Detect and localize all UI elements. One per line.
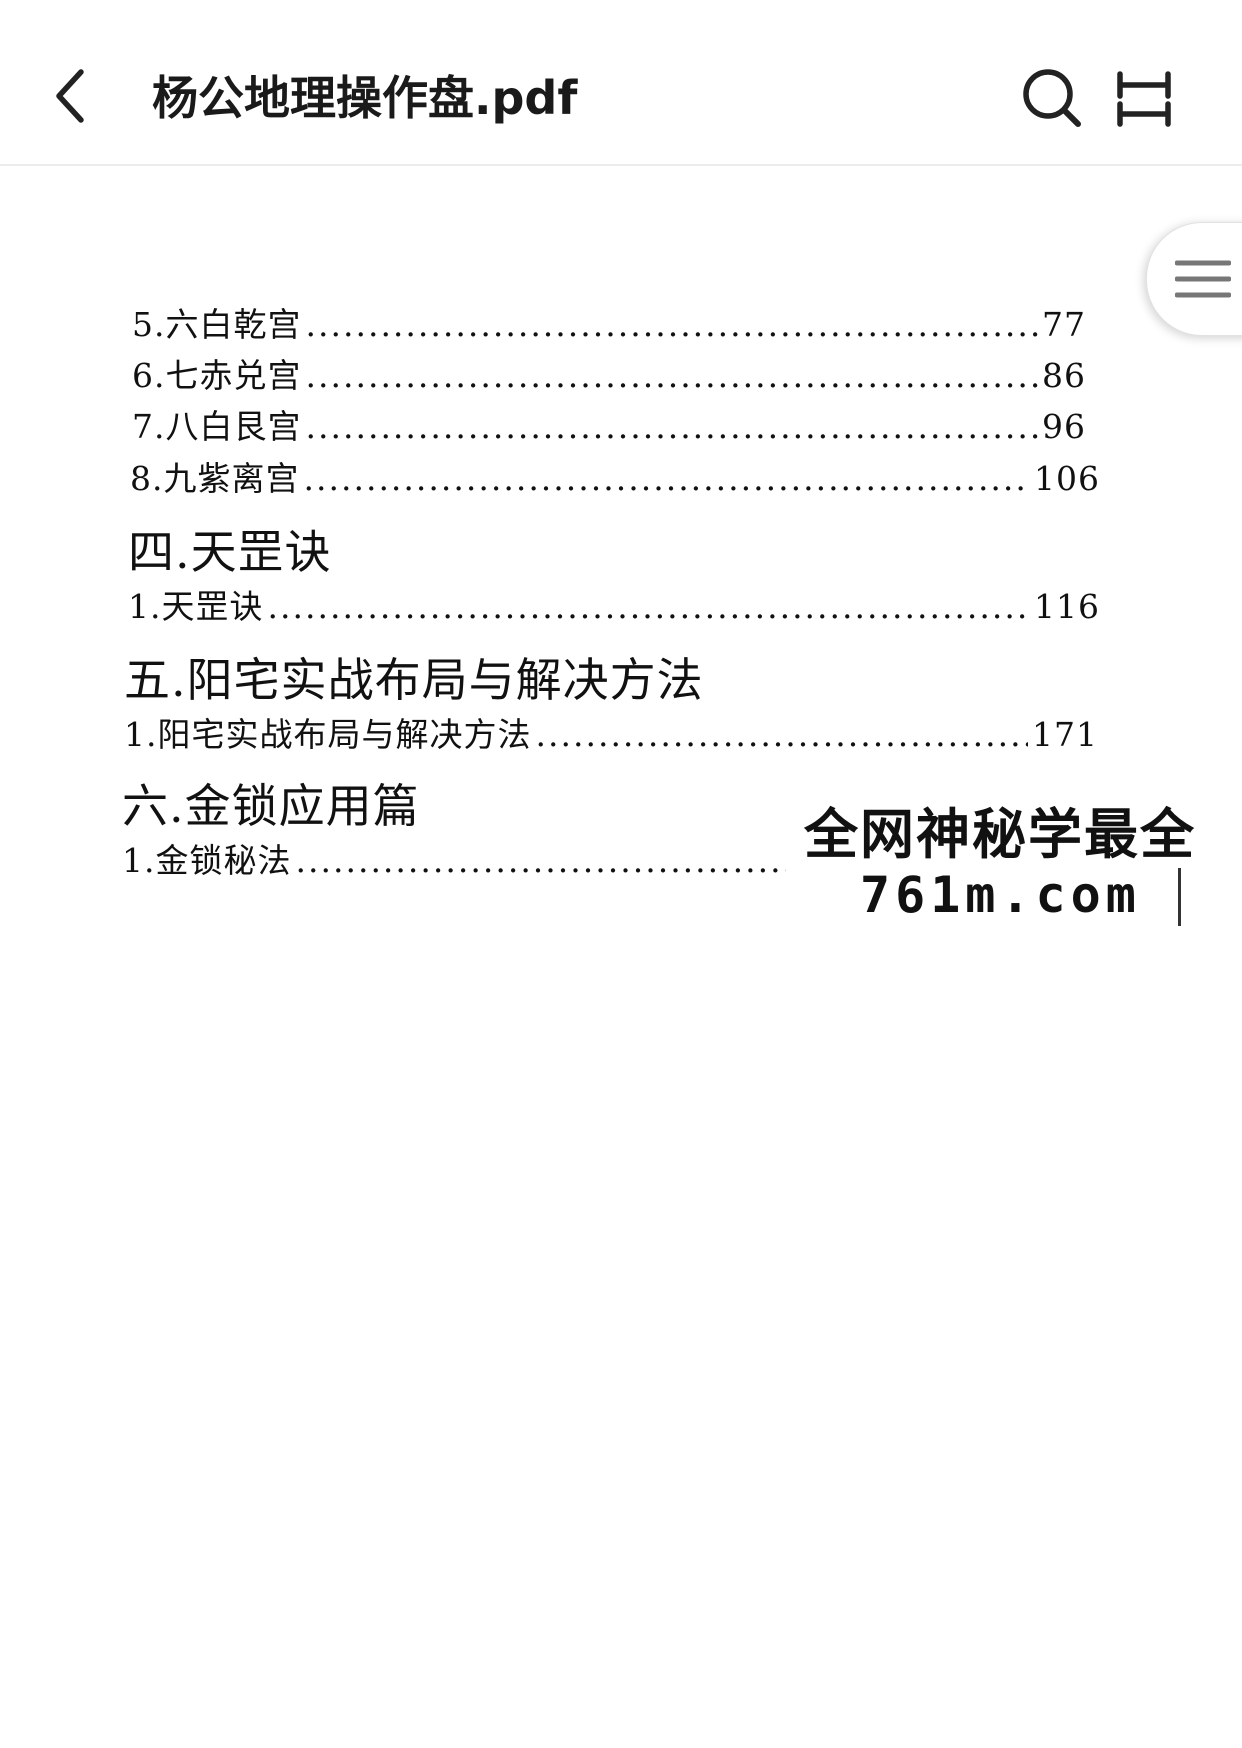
chevron-left-icon — [56, 69, 84, 123]
watermark-url: 761m.com — [860, 866, 1141, 924]
toc-section-heading[interactable]: 五.阳宅实战布局与解决方法 — [124, 644, 704, 710]
toc-page-number: 77 — [1042, 305, 1086, 344]
toc-leader-dots — [536, 715, 1029, 754]
watermark-divider — [1178, 868, 1181, 926]
toc-section-heading[interactable]: 六.金锁应用篇 — [122, 770, 420, 836]
toc-section-heading[interactable]: 四.天罡诀 — [128, 516, 332, 582]
toc-entry-label: 8.九紫离宫 — [130, 459, 300, 498]
back-button[interactable] — [40, 58, 100, 134]
toc-entry-label: 6.七赤兑宫 — [132, 356, 302, 395]
toc-entry[interactable]: 8.九紫离宫 106 — [130, 452, 1100, 500]
toc-entry[interactable]: 1.天罡诀 116 — [128, 580, 1100, 628]
search-icon — [1023, 69, 1081, 127]
toc-page-number: 106 — [1034, 459, 1100, 498]
toc-entry-label: 1.阳宅实战布局与解决方法 — [124, 715, 532, 754]
toc-entry[interactable]: 5.六白乾宫 77 — [132, 298, 1086, 346]
toc-entry[interactable]: 7.八白艮宫 96 — [132, 400, 1086, 448]
toc-leader-dots — [306, 407, 1039, 446]
document-title: 杨公地理操作盘.pdf — [152, 71, 578, 125]
top-app-bar: 杨公地理操作盘.pdf — [0, 0, 1242, 166]
toc-entry[interactable]: 1.金锁秘法 — [122, 834, 790, 882]
toc-entry-label: 1.金锁秘法 — [122, 841, 292, 880]
search-button[interactable] — [1012, 58, 1092, 138]
toc-page-number: 116 — [1034, 587, 1100, 626]
toc-leader-dots — [296, 841, 787, 880]
watermark-text: 全网神秘学最全 — [804, 803, 1196, 866]
toc-entry-label: 7.八白艮宫 — [132, 407, 302, 446]
fullscreen-icon — [1117, 71, 1171, 127]
fullscreen-button[interactable] — [1112, 62, 1176, 136]
toc-page-number: 171 — [1032, 715, 1098, 754]
toc-leader-dots — [304, 459, 1031, 498]
toc-entry-label: 1.天罡诀 — [128, 587, 264, 626]
toc-leader-dots — [268, 587, 1031, 626]
toc-entry[interactable]: 6.七赤兑宫 86 — [132, 349, 1086, 397]
toc-leader-dots — [306, 356, 1039, 395]
toc-page-number: 96 — [1042, 407, 1086, 446]
pdf-page: 5.六白乾宫 77 6.七赤兑宫 86 7.八白艮宫 96 8.九紫离宫 106… — [0, 166, 1242, 1748]
watermark: 全网神秘学最全 761m.com — [800, 790, 1240, 940]
toc-page-number: 86 — [1042, 356, 1086, 395]
toc-leader-dots — [306, 305, 1039, 344]
toc-entry-label: 5.六白乾宫 — [132, 305, 302, 344]
toc-entry[interactable]: 1.阳宅实战布局与解决方法 171 — [124, 708, 1098, 756]
